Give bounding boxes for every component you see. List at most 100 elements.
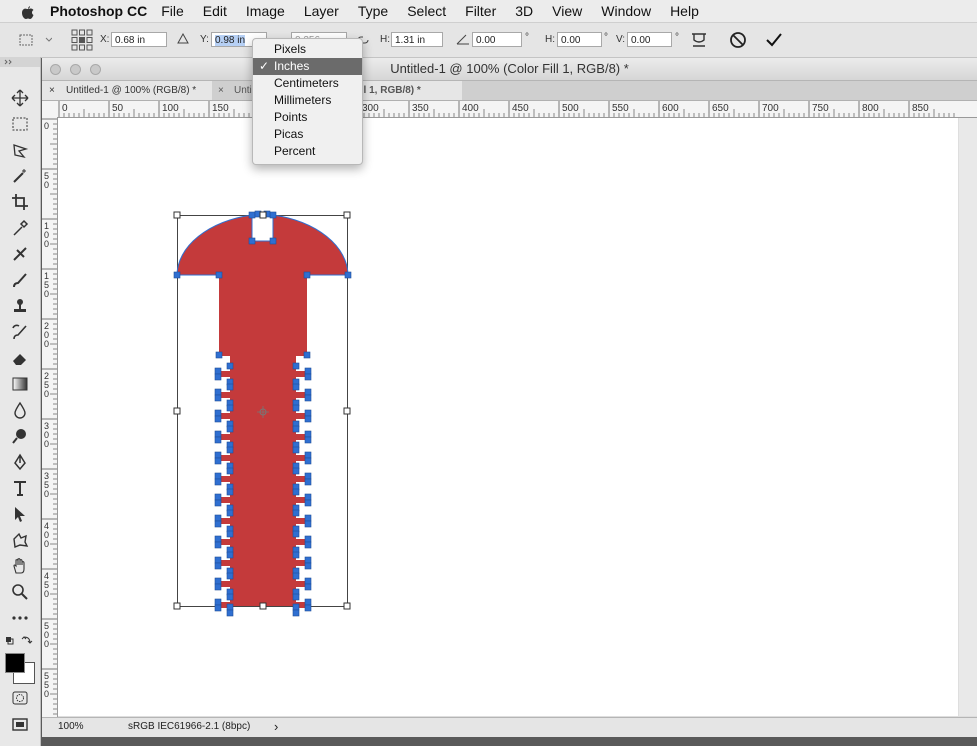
anchor-point[interactable] <box>292 488 300 496</box>
zoom-tool-icon[interactable] <box>8 581 32 603</box>
anchor-point[interactable] <box>344 271 352 279</box>
lasso-tool-icon[interactable] <box>8 139 32 161</box>
foreground-color-swatch[interactable] <box>5 653 25 673</box>
anchor-point[interactable] <box>292 404 300 412</box>
anchor-point[interactable] <box>214 556 222 564</box>
units-option-percent[interactable]: Percent <box>253 143 362 160</box>
anchor-point[interactable] <box>214 457 222 465</box>
menu-window[interactable]: Window <box>601 3 651 19</box>
zoom-level[interactable]: 100% <box>58 721 84 732</box>
anchor-point[interactable] <box>226 425 234 433</box>
units-option-inches[interactable]: ✓ Inches <box>253 58 362 75</box>
anchor-point[interactable] <box>292 446 300 454</box>
units-option-centimeters[interactable]: Centimeters <box>253 75 362 92</box>
anchor-point[interactable] <box>226 551 234 559</box>
healing-brush-tool-icon[interactable] <box>8 243 32 265</box>
anchor-point[interactable] <box>304 415 312 423</box>
anchor-point[interactable] <box>214 583 222 591</box>
menu-help[interactable]: Help <box>670 3 699 19</box>
anchor-point[interactable] <box>214 394 222 402</box>
screen-mode-icon[interactable] <box>8 714 32 736</box>
tab-untitled-2[interactable]: × Unti <box>212 81 252 100</box>
menu-filter[interactable]: Filter <box>465 3 496 19</box>
anchor-point[interactable] <box>304 430 312 438</box>
anchor-point[interactable] <box>214 472 222 480</box>
handle-top-left[interactable] <box>173 211 181 219</box>
anchor-point[interactable] <box>214 604 222 612</box>
anchor-point[interactable] <box>292 362 300 370</box>
menu-file[interactable]: File <box>161 3 184 19</box>
anchor-point[interactable] <box>292 509 300 517</box>
handle-middle-left[interactable] <box>173 407 181 415</box>
anchor-point[interactable] <box>214 562 222 570</box>
angle-field[interactable]: 0.00 <box>472 32 522 47</box>
crop-tool-icon[interactable] <box>8 191 32 213</box>
magic-wand-tool-icon[interactable] <box>8 165 32 187</box>
collapse-icon[interactable] <box>4 59 14 65</box>
anchor-point[interactable] <box>226 404 234 412</box>
handle-top-right[interactable] <box>343 211 351 219</box>
anchor-point[interactable] <box>226 488 234 496</box>
delta-icon[interactable] <box>177 33 189 45</box>
anchor-point[interactable] <box>292 383 300 391</box>
anchor-point[interactable] <box>292 603 300 611</box>
menu-3d[interactable]: 3D <box>515 3 533 19</box>
menu-type[interactable]: Type <box>358 3 388 19</box>
anchor-point[interactable] <box>304 604 312 612</box>
menu-select[interactable]: Select <box>407 3 446 19</box>
units-option-pixels[interactable]: Pixels <box>253 41 362 58</box>
anchor-point[interactable] <box>304 541 312 549</box>
commit-transform-icon[interactable] <box>765 31 783 49</box>
more-tools-icon[interactable] <box>8 607 32 629</box>
type-tool-icon[interactable] <box>8 477 32 499</box>
anchor-point[interactable] <box>214 514 222 522</box>
anchor-point[interactable] <box>304 493 312 501</box>
handle-bottom-right[interactable] <box>343 602 351 610</box>
clone-stamp-tool-icon[interactable] <box>8 295 32 317</box>
apple-icon[interactable] <box>12 2 42 19</box>
x-field[interactable]: 0.68 in <box>111 32 167 47</box>
anchor-point[interactable] <box>304 499 312 507</box>
anchor-point[interactable] <box>304 478 312 486</box>
anchor-point[interactable] <box>226 362 234 370</box>
hand-tool-icon[interactable] <box>8 555 32 577</box>
reference-point-icon[interactable] <box>71 29 93 51</box>
vskew-field[interactable]: 0.00 <box>627 32 672 47</box>
anchor-point[interactable] <box>248 237 256 245</box>
screw-shaft-shape[interactable] <box>230 355 296 606</box>
menu-layer[interactable]: Layer <box>304 3 339 19</box>
anchor-point[interactable] <box>214 409 222 417</box>
eraser-tool-icon[interactable] <box>8 347 32 369</box>
status-menu-arrow[interactable]: › <box>274 719 278 734</box>
history-brush-tool-icon[interactable] <box>8 321 32 343</box>
anchor-point[interactable] <box>214 478 222 486</box>
anchor-point[interactable] <box>304 562 312 570</box>
warp-mode-icon[interactable] <box>689 30 709 50</box>
anchor-point[interactable] <box>214 598 222 606</box>
anchor-point[interactable] <box>303 351 311 359</box>
anchor-point[interactable] <box>303 271 311 279</box>
vertical-scrollbar[interactable] <box>959 118 977 716</box>
anchor-point[interactable] <box>304 451 312 459</box>
anchor-point[interactable] <box>214 499 222 507</box>
anchor-point[interactable] <box>214 415 222 423</box>
anchor-point[interactable] <box>304 457 312 465</box>
anchor-point[interactable] <box>292 593 300 601</box>
anchor-point[interactable] <box>292 467 300 475</box>
units-option-picas[interactable]: Picas <box>253 126 362 143</box>
handle-bottom-left[interactable] <box>173 602 181 610</box>
h-field[interactable]: 1.31 in <box>391 32 443 47</box>
tool-preset-icon[interactable] <box>18 33 52 47</box>
anchor-point[interactable] <box>214 430 222 438</box>
screw-shape-layer[interactable] <box>58 118 958 716</box>
blur-tool-icon[interactable] <box>8 399 32 421</box>
handle-bottom-center[interactable] <box>259 602 267 610</box>
gradient-tool-icon[interactable] <box>8 373 32 395</box>
anchor-point[interactable] <box>226 530 234 538</box>
y-field-value[interactable]: 0.98 in <box>215 35 246 46</box>
eyedropper-tool-icon[interactable] <box>8 217 32 239</box>
anchor-point[interactable] <box>214 535 222 543</box>
units-option-millimeters[interactable]: Millimeters <box>253 92 362 109</box>
anchor-point[interactable] <box>292 572 300 580</box>
anchor-point[interactable] <box>214 541 222 549</box>
